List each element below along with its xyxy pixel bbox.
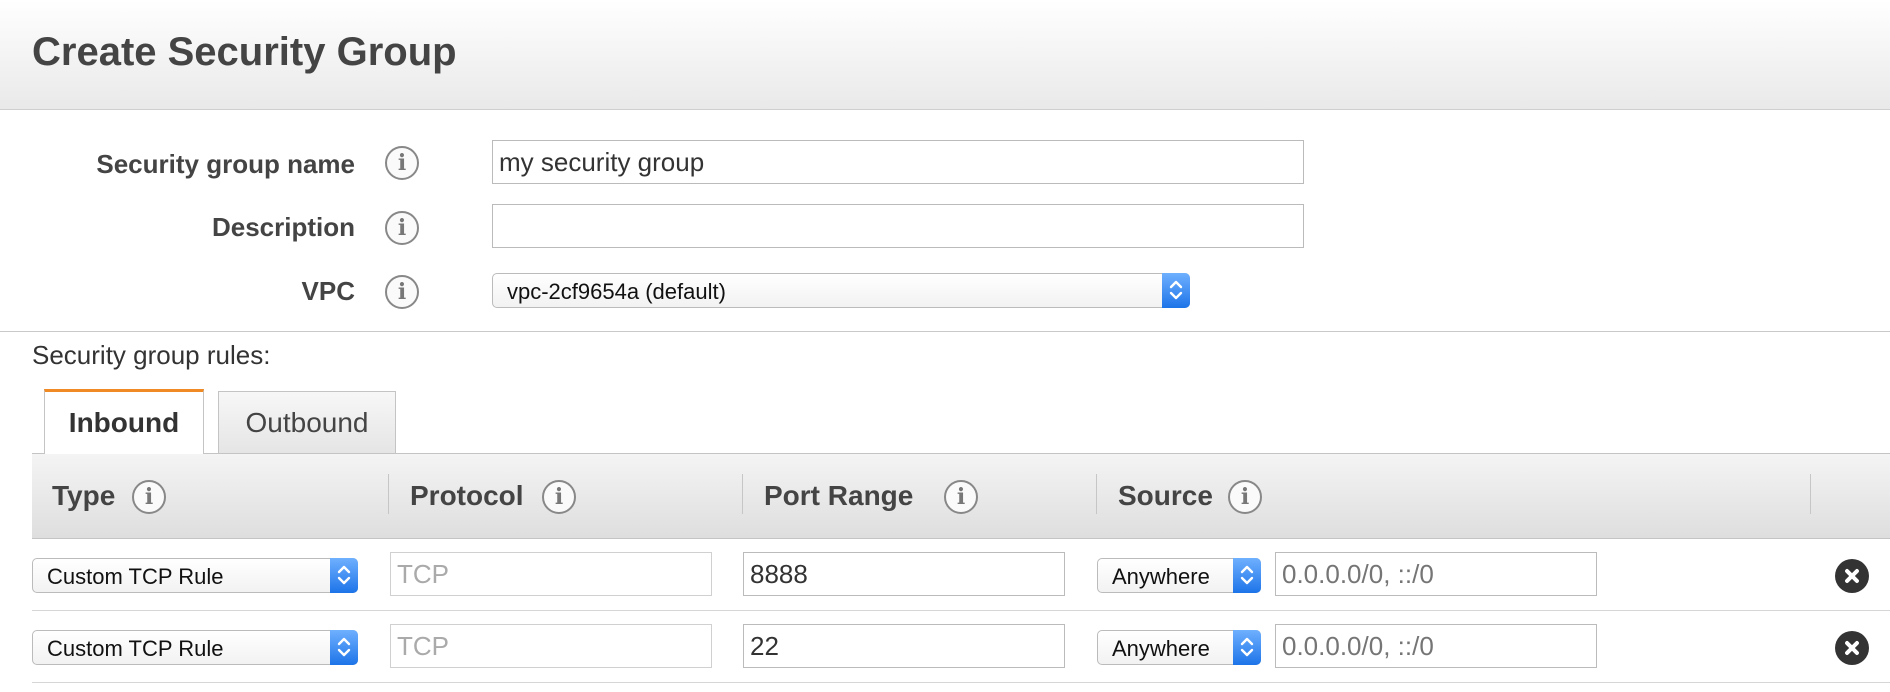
chevron-up-down-icon <box>330 558 358 593</box>
column-header-label: Type <box>52 480 116 511</box>
column-separator <box>1810 474 1811 514</box>
column-separator <box>1096 474 1097 514</box>
type-select[interactable]: Custom TCP Rule <box>32 630 358 665</box>
page-header: Create Security Group <box>0 0 1890 110</box>
section-divider <box>0 331 1890 332</box>
security-group-name-label: Security group name <box>96 149 355 179</box>
vpc-label: VPC <box>301 276 355 306</box>
type-select-value: Custom TCP Rule <box>47 564 224 589</box>
row-divider <box>32 610 1890 611</box>
source-select-value: Anywhere <box>1112 564 1210 589</box>
description-label: Description <box>211 212 355 242</box>
column-header-label: Source <box>1118 480 1213 511</box>
protocol-field: TCP <box>390 552 712 596</box>
security-group-name-input[interactable] <box>492 140 1304 184</box>
column-header-source: Source <box>1098 454 1844 540</box>
chevron-up-down-icon <box>1162 273 1190 308</box>
security-group-rules-label: Security group rules: <box>32 340 271 370</box>
chevron-up-down-icon <box>1233 630 1261 665</box>
protocol-field: TCP <box>390 624 712 668</box>
type-select-value: Custom TCP Rule <box>47 636 224 661</box>
info-icon[interactable] <box>385 211 419 245</box>
tab-inbound[interactable]: Inbound <box>44 389 204 454</box>
source-select[interactable]: Anywhere <box>1097 558 1261 593</box>
column-header-type: Type <box>32 454 390 540</box>
info-icon[interactable] <box>385 275 419 309</box>
source-select-value: Anywhere <box>1112 636 1210 661</box>
port-range-input[interactable] <box>743 624 1065 668</box>
port-range-input[interactable] <box>743 552 1065 596</box>
close-circle-icon[interactable] <box>1835 559 1869 593</box>
chevron-up-down-icon <box>330 630 358 665</box>
close-circle-icon[interactable] <box>1835 631 1869 665</box>
row-divider <box>32 682 1890 683</box>
info-icon[interactable] <box>132 480 166 514</box>
vpc-select[interactable]: vpc-2cf9654a (default) <box>492 273 1190 308</box>
page-title: Create Security Group <box>32 30 457 74</box>
rules-table-header: Type Protocol Port Range Source <box>32 453 1890 539</box>
info-icon[interactable] <box>944 480 978 514</box>
chevron-up-down-icon <box>1233 558 1261 593</box>
description-input[interactable] <box>492 204 1304 248</box>
column-header-protocol: Protocol <box>390 454 744 540</box>
info-icon[interactable] <box>542 480 576 514</box>
column-header-label: Protocol <box>410 480 524 511</box>
column-separator <box>388 474 389 514</box>
info-icon[interactable] <box>385 146 419 180</box>
vpc-select-value: vpc-2cf9654a (default) <box>507 279 726 304</box>
column-header-port-range: Port Range <box>744 454 1098 540</box>
source-cidr-input[interactable] <box>1275 552 1597 596</box>
tab-outbound[interactable]: Outbound <box>218 391 396 453</box>
source-cidr-input[interactable] <box>1275 624 1597 668</box>
column-header-label: Port Range <box>764 480 914 511</box>
type-select[interactable]: Custom TCP Rule <box>32 558 358 593</box>
column-separator <box>742 474 743 514</box>
info-icon[interactable] <box>1228 480 1262 514</box>
source-select[interactable]: Anywhere <box>1097 630 1261 665</box>
